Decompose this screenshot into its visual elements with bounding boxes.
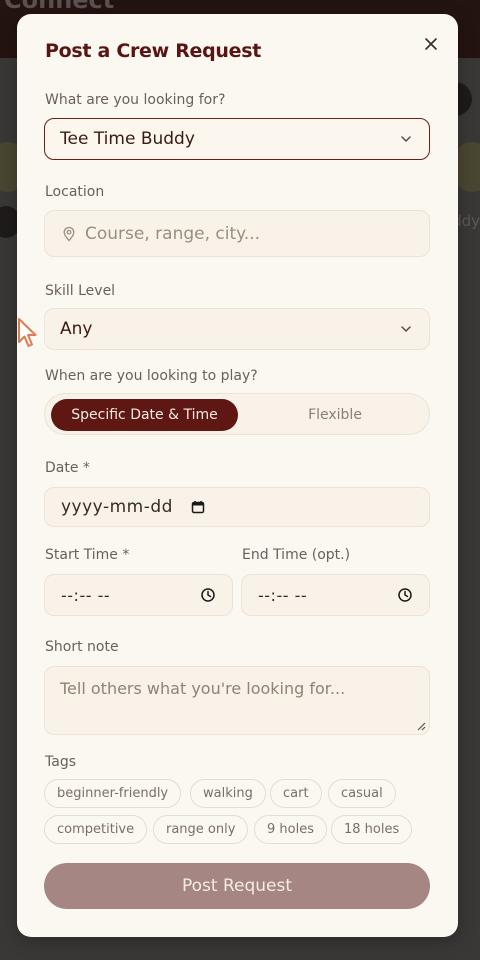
mouse-cursor-icon <box>18 318 37 347</box>
close-button[interactable] <box>419 32 443 56</box>
looking-for-label: What are you looking for? <box>45 92 226 108</box>
skill-level-label: Skill Level <box>45 283 116 299</box>
date-value: yyyy-mm-dd <box>61 497 173 517</box>
note-textarea[interactable]: Tell others what you're looking for... <box>44 666 430 735</box>
when-toggle: Specific Date & Time Flexible <box>44 393 430 435</box>
date-input[interactable]: yyyy-mm-dd <box>44 487 430 527</box>
chevron-down-icon <box>401 136 411 142</box>
tag-chip[interactable]: beginner-friendly <box>44 779 182 808</box>
resize-handle-icon[interactable] <box>416 721 426 731</box>
note-placeholder: Tell others what you're looking for... <box>60 679 346 698</box>
start-time-input[interactable]: --:-- -- <box>44 574 233 616</box>
clock-icon[interactable] <box>397 587 413 603</box>
tag-chip[interactable]: walking <box>190 779 266 808</box>
background-title: Connect <box>4 0 115 14</box>
date-label: Date * <box>45 460 90 476</box>
tag-chip[interactable]: cart <box>270 779 322 808</box>
calendar-icon[interactable] <box>191 500 205 514</box>
end-time-input[interactable]: --:-- -- <box>241 574 430 616</box>
skill-level-select[interactable]: Any <box>44 308 430 350</box>
chevron-down-icon <box>401 326 411 332</box>
tag-chip[interactable]: competitive <box>44 815 148 844</box>
crew-request-modal: Post a Crew Request What are you looking… <box>17 14 458 937</box>
end-time-label: End Time (opt.) <box>242 547 351 563</box>
skill-level-value: Any <box>60 319 93 339</box>
location-pin-icon <box>63 226 75 241</box>
modal-title: Post a Crew Request <box>45 40 262 62</box>
clock-icon[interactable] <box>200 587 216 603</box>
toggle-specific-date[interactable]: Specific Date & Time <box>51 399 238 431</box>
tag-chip[interactable]: casual <box>328 779 396 808</box>
location-input[interactable]: Course, range, city... <box>44 210 430 257</box>
toggle-flexible[interactable]: Flexible <box>245 399 425 431</box>
looking-for-select[interactable]: Tee Time Buddy <box>44 118 430 160</box>
when-label: When are you looking to play? <box>45 368 258 384</box>
post-request-button[interactable]: Post Request <box>44 863 430 909</box>
tag-chip[interactable]: 9 holes <box>254 815 327 844</box>
tag-chip[interactable]: range only <box>153 815 249 844</box>
end-time-value: --:-- -- <box>258 585 308 605</box>
start-time-label: Start Time * <box>45 547 130 563</box>
tags-label: Tags <box>45 754 76 770</box>
looking-for-value: Tee Time Buddy <box>60 129 195 149</box>
location-label: Location <box>45 184 105 200</box>
close-icon <box>425 38 437 50</box>
note-label: Short note <box>45 639 119 655</box>
tag-chip[interactable]: 18 holes <box>331 815 413 844</box>
location-placeholder: Course, range, city... <box>85 223 260 244</box>
start-time-value: --:-- -- <box>61 585 111 605</box>
